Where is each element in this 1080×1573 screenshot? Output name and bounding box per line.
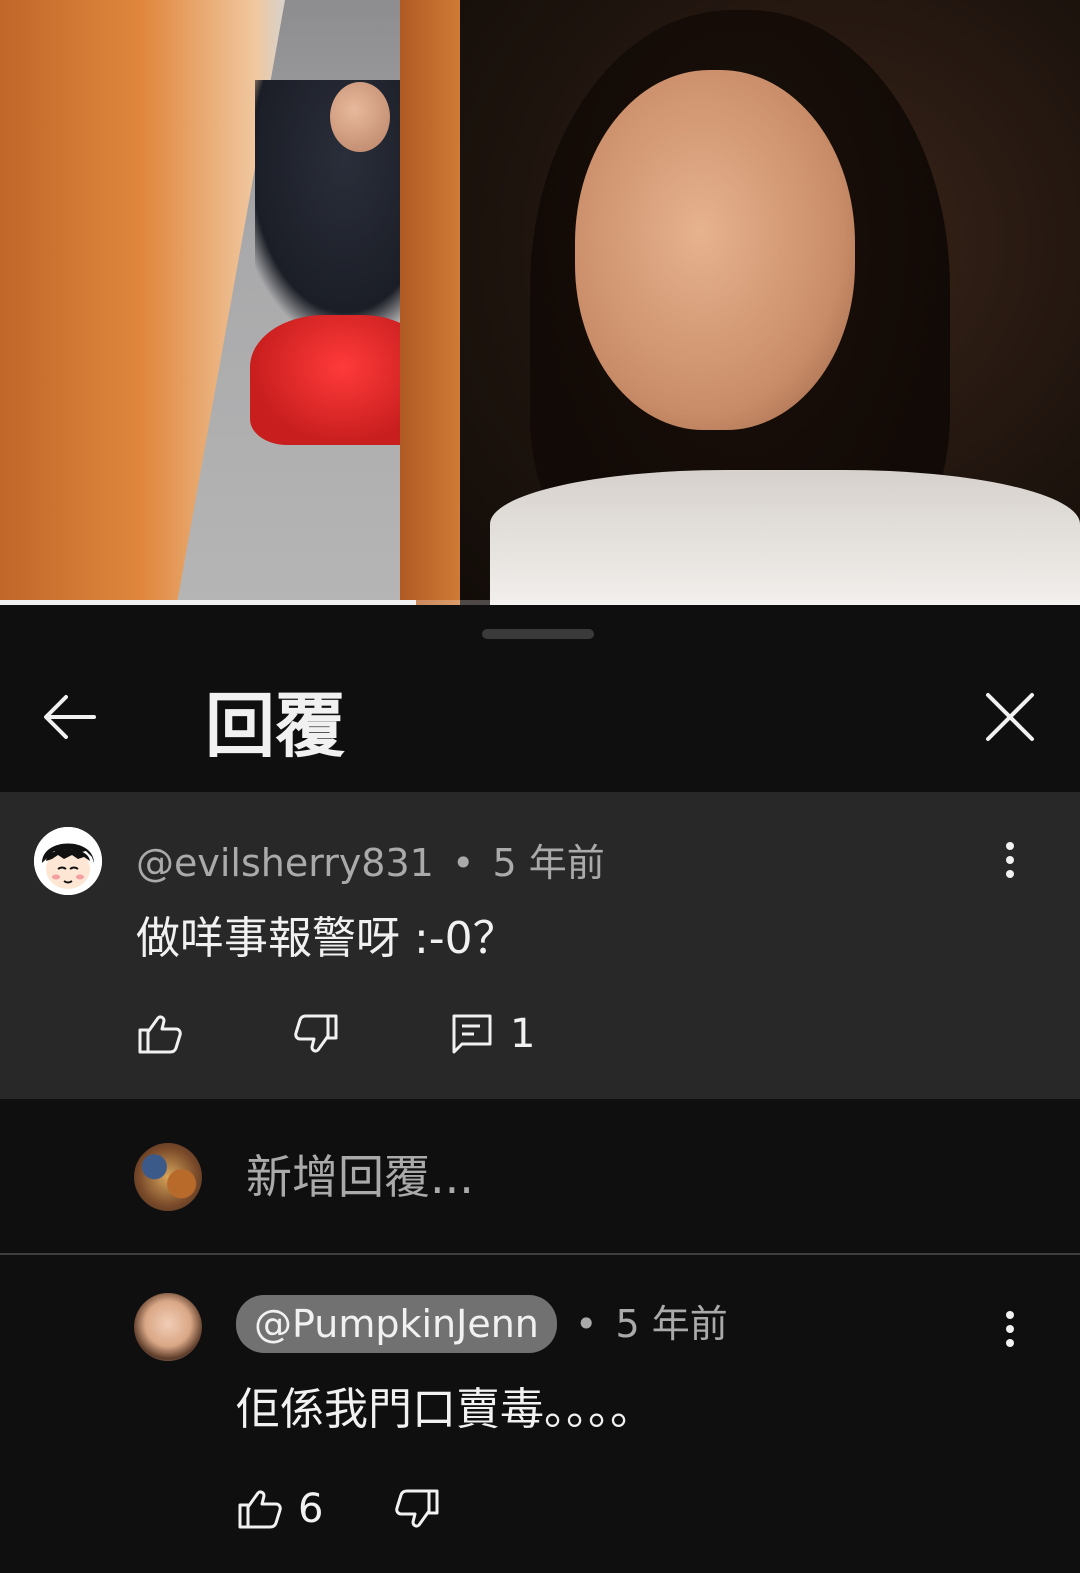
current-user-avatar (134, 1143, 202, 1211)
video-presenter-face (575, 70, 855, 430)
avatar[interactable] (134, 1293, 202, 1361)
comment-text: 做咩事報警呀 :-0？ (136, 913, 517, 964)
back-button[interactable] (34, 681, 106, 753)
comment-actions: 1 (136, 1010, 535, 1058)
video-presenter-shirt (490, 470, 1080, 605)
close-button[interactable] (974, 681, 1046, 753)
comment-icon (452, 1014, 492, 1054)
thumb-down-icon (395, 1489, 439, 1528)
reply-text: 佢係我門口賣毒。。。。 (236, 1384, 654, 1435)
more-vert-icon (1006, 842, 1014, 850)
add-reply-row: 新增回覆... (0, 1099, 1080, 1255)
reply-count: 1 (510, 1011, 536, 1057)
reply-meta: @PumpkinJenn • 5 年前 (236, 1293, 728, 1353)
comment-author[interactable]: @evilsherry831 (136, 841, 434, 885)
thumb-up-icon (238, 1490, 282, 1529)
reply-input[interactable]: 新增回覆... (246, 1141, 946, 1213)
reply-comment: @PumpkinJenn • 5 年前 佢係我門口賣毒。。。。 6 (0, 1257, 1080, 1573)
video-player[interactable] (0, 0, 1080, 605)
meta-separator: • (451, 841, 475, 885)
arrow-left-icon (44, 695, 96, 739)
sheet-title: 回覆 (205, 685, 345, 767)
sheet-header: 回覆 (0, 667, 1080, 789)
comment-timestamp: 5 年前 (492, 841, 605, 885)
avatar[interactable] (34, 827, 102, 895)
reply-author-chip[interactable]: @PumpkinJenn (236, 1295, 557, 1353)
close-icon (986, 693, 1034, 741)
more-options-button[interactable] (986, 1297, 1034, 1361)
reply-actions: 6 (236, 1485, 441, 1533)
dislike-button[interactable] (292, 1010, 340, 1058)
dislike-button[interactable] (393, 1485, 441, 1533)
replies-sheet: 回覆 @evilsherry831 • 5 年前 做咩事報警呀:-0？ 1 新… (0, 605, 1080, 1573)
more-vert-icon (1006, 1311, 1014, 1319)
video-door-edge (400, 0, 460, 605)
comment-meta: @evilsherry831 • 5 年前 (136, 832, 605, 887)
parent-comment: @evilsherry831 • 5 年前 做咩事報警呀 :-0？ 1 (0, 792, 1080, 1099)
like-button[interactable] (136, 1010, 184, 1058)
video-officer-head (330, 82, 390, 152)
like-count: 6 (298, 1486, 324, 1532)
meta-separator: • (574, 1302, 598, 1346)
sheet-drag-handle[interactable] (482, 629, 594, 639)
thumb-down-icon (294, 1014, 338, 1053)
thumb-up-icon (138, 1015, 182, 1054)
more-options-button[interactable] (986, 828, 1034, 892)
reply-button[interactable] (448, 1010, 496, 1058)
reply-timestamp: 5 年前 (615, 1302, 728, 1346)
avatar-cartoon-icon (34, 827, 102, 895)
like-button[interactable] (236, 1485, 284, 1533)
